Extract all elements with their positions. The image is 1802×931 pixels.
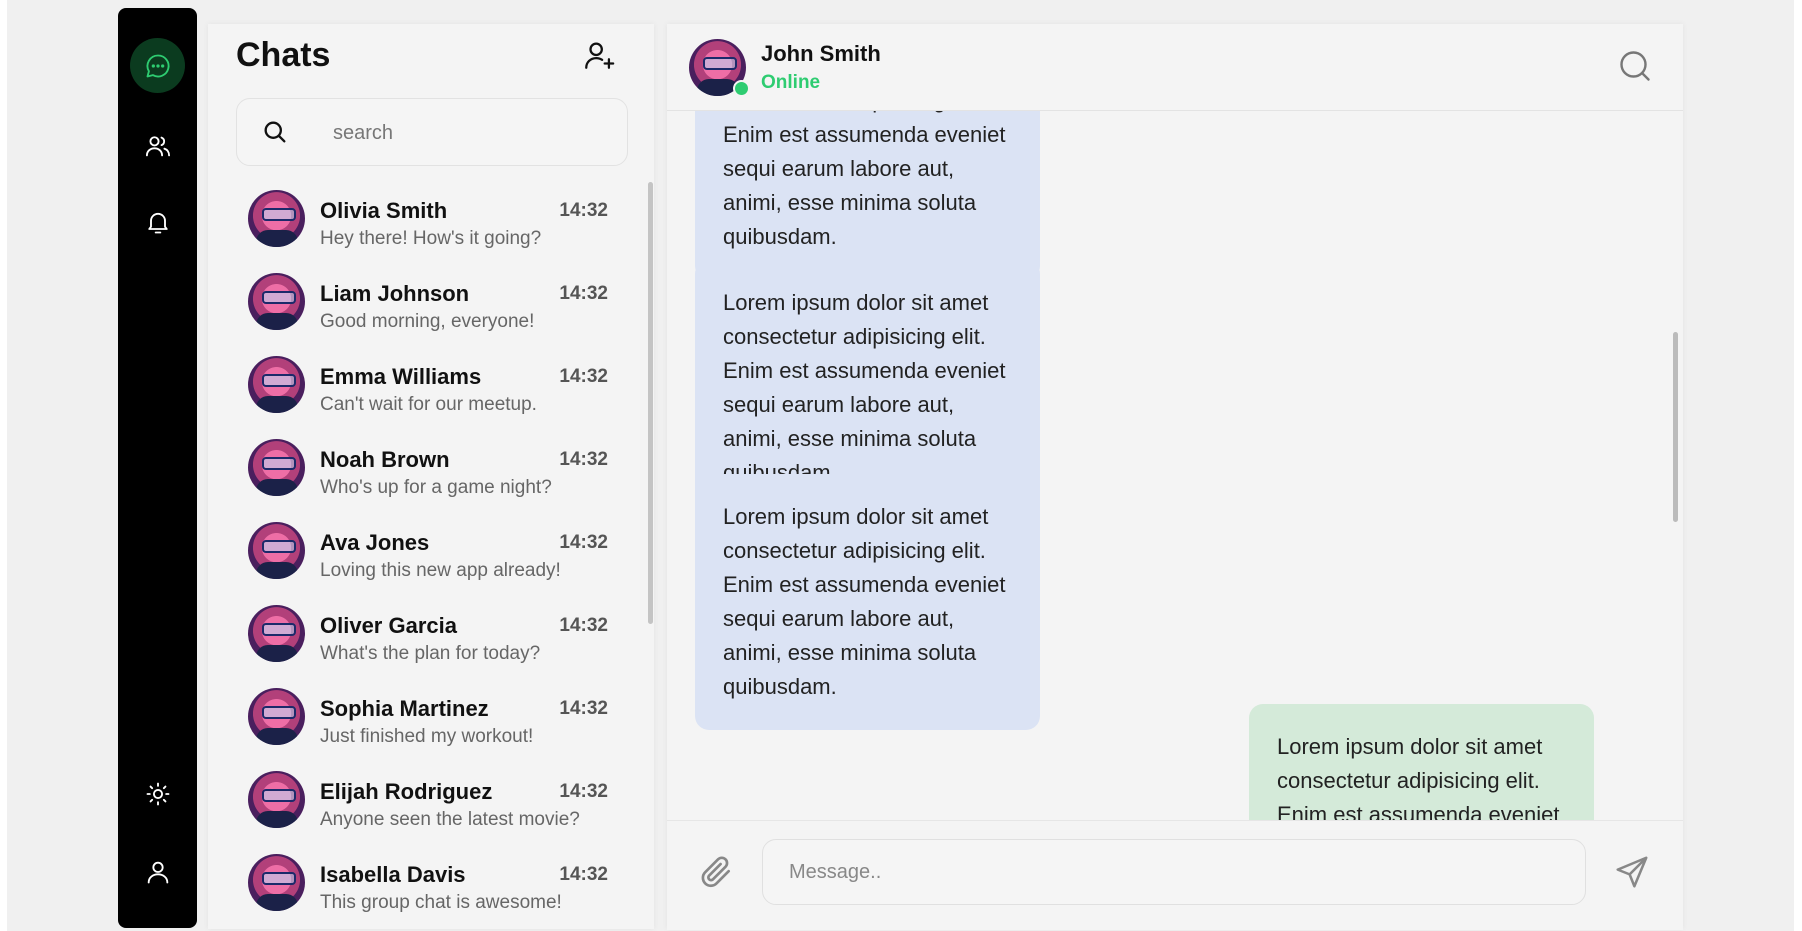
user-icon [147,861,168,883]
last-message: This group chat is awesome! [320,892,562,913]
message-time: 14:32 [559,781,608,802]
last-message: Hey there! How's it going? [320,228,542,249]
sun-icon [146,782,169,805]
message-time: 14:32 [559,864,608,885]
message-time: 14:32 [559,283,608,304]
nav-profile-button[interactable] [130,844,185,899]
avatar [248,273,305,330]
online-indicator [733,80,750,97]
chat-list-item[interactable]: Sophia Martinez 14:32 Just finished my w… [248,684,608,754]
chat-list-item[interactable]: Noah Brown 14:32 Who's up for a game nig… [248,435,608,505]
message-scrollbar[interactable] [1673,332,1678,522]
message-composer [667,820,1683,930]
nav-contacts-button[interactable] [130,118,185,173]
chat-app: Chats Olivia Smith 14:32 Hey there! How'… [0,0,1802,930]
message-list: Lorem ipsum dolor sit amet consectetur a… [667,110,1683,820]
nav-chats-button[interactable] [130,38,185,93]
contact-name: Ava Jones [320,530,430,555]
message-input[interactable] [762,839,1586,905]
contact-name: John Smith [761,41,881,66]
contact-name: Liam Johnson [320,281,470,306]
incoming-message: Lorem ipsum dolor sit amet consectetur a… [695,110,1040,280]
contact-status: Online [761,72,821,93]
last-message: Good morning, everyone! [320,311,535,332]
message-time: 14:32 [559,200,608,221]
contact-name: Sophia Martinez [320,696,489,721]
avatar [248,439,305,496]
conversation-header: John Smith Online [667,24,1683,111]
message-time: 14:32 [559,615,608,636]
chat-list-item[interactable]: Liam Johnson 14:32 Good morning, everyon… [248,269,608,339]
chat-list-item[interactable]: Emma Williams 14:32 Can't wait for our m… [248,352,608,422]
outgoing-message: Lorem ipsum dolor sit amet consectetur a… [1249,704,1594,820]
chat-list: Olivia Smith 14:32 Hey there! How's it g… [208,182,654,922]
avatar [248,771,305,828]
avatar [248,522,305,579]
users-icon [145,135,170,156]
contact-name: Oliver Garcia [320,613,457,638]
chat-icon [146,54,169,77]
message-time: 14:32 [559,449,608,470]
last-message: Anyone seen the latest movie? [320,809,580,830]
chat-list-title: Chats [236,36,331,74]
paperclip-icon[interactable] [697,853,735,891]
avatar [248,854,305,911]
conversation-panel: John Smith Online Lorem ipsum dolor sit … [667,24,1683,930]
bell-icon [147,212,168,233]
chat-list-item[interactable]: Ava Jones 14:32 Loving this new app alre… [248,518,608,588]
send-icon[interactable] [1613,853,1651,891]
side-nav [118,8,197,928]
chat-list-scrollbar[interactable] [648,182,653,624]
avatar [248,356,305,413]
last-message: What's the plan for today? [320,643,541,664]
nav-theme-button[interactable] [130,766,185,821]
chat-list-item[interactable]: Olivia Smith 14:32 Hey there! How's it g… [248,186,608,256]
contact-name: Isabella Davis [320,862,466,887]
avatar [248,190,305,247]
chat-list-item[interactable]: Isabella Davis 14:32 This group chat is … [248,850,608,920]
search-icon[interactable] [1617,48,1653,84]
avatar [248,688,305,745]
last-message: Loving this new app already! [320,560,561,581]
last-message: Who's up for a game night? [320,477,552,498]
last-message: Just finished my workout! [320,726,534,747]
incoming-message: Lorem ipsum dolor sit amet consectetur a… [695,474,1040,730]
message-time: 14:32 [559,532,608,553]
chat-list-item[interactable]: Oliver Garcia 14:32 What's the plan for … [248,601,608,671]
contact-name: Noah Brown [320,447,450,472]
contact-name: Olivia Smith [320,198,448,223]
add-user-icon[interactable] [582,38,616,72]
chat-list-item[interactable]: Elijah Rodriguez 14:32 Anyone seen the l… [248,767,608,837]
contact-name: Emma Williams [320,364,482,389]
chat-list-panel: Chats Olivia Smith 14:32 Hey there! How'… [208,24,654,929]
message-time: 14:32 [559,366,608,387]
avatar [248,605,305,662]
search-icon [264,121,286,143]
chat-search-box [236,98,628,166]
last-message: Can't wait for our meetup. [320,394,537,415]
chat-search-input[interactable] [331,117,605,149]
message-time: 14:32 [559,698,608,719]
contact-name: Elijah Rodriguez [320,779,493,804]
nav-notifications-button[interactable] [130,194,185,249]
